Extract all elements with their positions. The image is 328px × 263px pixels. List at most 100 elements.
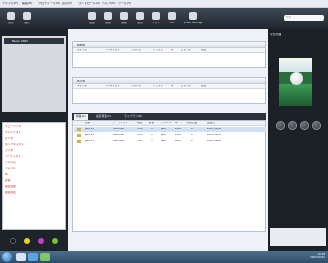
taskbar-app-icon[interactable] <box>28 253 38 261</box>
col-header[interactable]: トラック <box>153 85 163 88</box>
col-header[interactable]: 評価 <box>149 122 154 125</box>
folder-icon <box>77 128 81 131</box>
sidebar-item[interactable]: 年 <box>5 173 65 178</box>
back-button[interactable]: 戻る <box>4 11 18 27</box>
next-icon[interactable] <box>300 121 309 130</box>
upper-panel: 特価順 タイトル アーティスト アルバム トラック 年 ジャンル 時間 <box>72 41 266 68</box>
add-button[interactable]: 追加 <box>85 11 99 27</box>
col-header[interactable]: 年 <box>171 49 174 52</box>
cell-name: Jazz 01 <box>85 128 94 130</box>
sidebar-item[interactable]: 最近追加 <box>5 185 65 190</box>
play-icon[interactable] <box>288 121 297 130</box>
col-header[interactable]: 年 <box>175 122 178 125</box>
col-header[interactable]: 名前 <box>85 122 90 125</box>
col-header[interactable]: ジャンル <box>181 85 191 88</box>
menu-profile[interactable]: プロフィール(P) <box>38 2 60 5</box>
taskbar-app-icon[interactable] <box>16 253 26 261</box>
cell-date: 2007/10/01 <box>207 128 222 130</box>
col-header[interactable]: アーティスト <box>105 49 120 52</box>
sidebar-item[interactable]: ポッドキャスト <box>5 143 65 148</box>
cell-rating: 3 <box>151 134 153 136</box>
col-header[interactable]: 再生回数 <box>187 122 197 125</box>
video-settings-label: Video Settings <box>183 22 203 24</box>
artwork-grass <box>279 84 312 106</box>
list-label: リスト <box>152 22 160 24</box>
col-header[interactable]: 時間 <box>137 122 142 125</box>
add-label: 追加 <box>89 22 95 24</box>
cell-artist: unknown <box>113 140 125 142</box>
menu-view[interactable]: 表示(V) <box>62 2 72 5</box>
previous-icon[interactable] <box>276 121 285 130</box>
cell-artist: unknown <box>113 128 125 130</box>
source-header[interactable]: Music 2003 <box>4 38 64 44</box>
folder-icon <box>77 134 81 137</box>
menu-help[interactable]: ヘルプ(H) <box>102 2 116 5</box>
col-header[interactable]: 追加日 <box>207 122 215 125</box>
col-header[interactable]: アーティスト <box>113 122 128 125</box>
refresh-button[interactable]: 更新 <box>133 11 147 27</box>
col-header[interactable]: アーティスト <box>105 85 120 88</box>
sidebar-item[interactable]: アルバム <box>5 161 65 166</box>
menu-tools[interactable]: ツール(T) <box>118 2 131 5</box>
col-header[interactable]: アルバム <box>131 49 141 52</box>
volume-icon[interactable] <box>312 121 321 130</box>
cell-year: 2003 <box>175 140 182 142</box>
library-tabbar: 特集(A) 最近再生(C) ライブラリ(B) <box>72 113 266 120</box>
col-header[interactable]: 時間 <box>201 49 206 52</box>
upper-panel-title: 特価順 <box>77 43 86 47</box>
menu-edit[interactable]: 編集(E) <box>22 2 32 5</box>
cell-artist: unknown <box>113 134 125 136</box>
col-header[interactable]: タイトル <box>77 49 87 52</box>
list-button[interactable]: リスト <box>149 11 163 27</box>
right-panel-title: 今日の曲 <box>270 33 282 36</box>
cell-plays: 0 <box>191 140 193 142</box>
search-placeholder: 検索 <box>286 16 292 18</box>
start-button[interactable] <box>2 252 12 262</box>
sidebar-item[interactable]: プレイリスト <box>5 131 65 136</box>
table-header: 名前 アーティスト 時間 評価 ジャンル 年 再生回数 追加日 <box>73 121 265 126</box>
col-header[interactable]: 時間 <box>201 85 206 88</box>
table-row[interactable]: Jazz 01 unknown 3:28 4 Jazz 2003 0 2007/… <box>74 127 266 132</box>
menu-control[interactable]: コントロール(C) <box>78 2 100 5</box>
album-artwork[interactable] <box>279 58 312 106</box>
menu-file[interactable]: ファイル(F) <box>2 2 18 5</box>
middle-panel-title: 販売順 <box>77 79 86 83</box>
cell-time: 4:12 <box>137 134 143 136</box>
record-icon[interactable] <box>10 238 16 244</box>
sidebar-item[interactable]: ミュージック <box>5 125 65 130</box>
taskbar-app-icon[interactable] <box>40 253 50 261</box>
yellow-dot-icon[interactable] <box>24 238 30 244</box>
table-row[interactable]: Jazz 03 unknown 5:01 3 Jazz 2003 0 2007/… <box>74 139 266 144</box>
back-label: 戻る <box>8 22 14 24</box>
table-row[interactable]: Jazz 02 unknown 4:12 3 Jazz 2003 0 2007/… <box>74 133 266 138</box>
sidebar-item[interactable]: ラジオ <box>5 149 65 154</box>
search-input[interactable]: 検索 <box>284 15 324 21</box>
cell-year: 2003 <box>175 134 182 136</box>
col-header[interactable]: タイトル <box>77 85 87 88</box>
green-dot-icon[interactable] <box>52 238 58 244</box>
middle-panel: 販売順 タイトル アーティスト アルバム トラック 年 ジャンル 時間 <box>72 77 266 104</box>
cd-button[interactable]: CD <box>165 11 179 27</box>
delete-button[interactable]: 削除 <box>101 11 115 27</box>
cell-genre: Jazz <box>161 128 166 130</box>
sidebar-item[interactable]: ジャンル <box>5 167 65 172</box>
sidebar-item[interactable]: アーティスト <box>5 155 65 160</box>
clock-date: 2007/10/01 <box>310 256 325 260</box>
col-header[interactable]: ジャンル <box>161 122 171 125</box>
sidebar-item[interactable]: 評価 <box>5 179 65 184</box>
video-settings-button[interactable]: Video Settings <box>181 11 205 27</box>
col-header[interactable]: トラック <box>153 49 163 52</box>
col-header[interactable]: 年 <box>171 85 174 88</box>
sidebar-item[interactable]: 最近再生 <box>5 191 65 196</box>
add-icon <box>88 12 96 20</box>
upper-panel-columns: タイトル アーティスト アルバム トラック 年 ジャンル 時間 <box>73 48 265 53</box>
sidebar-item[interactable]: ビデオ <box>5 137 65 142</box>
col-header[interactable]: アルバム <box>131 85 141 88</box>
col-header[interactable]: ジャンル <box>181 49 191 52</box>
cell-date: 2007/10/01 <box>207 134 222 136</box>
forward-button[interactable]: 進む <box>20 11 34 27</box>
toolbar: 戻る 進む 追加 削除 情報 更新 リスト CD Video Settings … <box>0 8 328 29</box>
middle-panel-columns: タイトル アーティスト アルバム トラック 年 ジャンル 時間 <box>73 84 265 89</box>
purple-dot-icon[interactable] <box>38 238 44 244</box>
info-button[interactable]: 情報 <box>117 11 131 27</box>
